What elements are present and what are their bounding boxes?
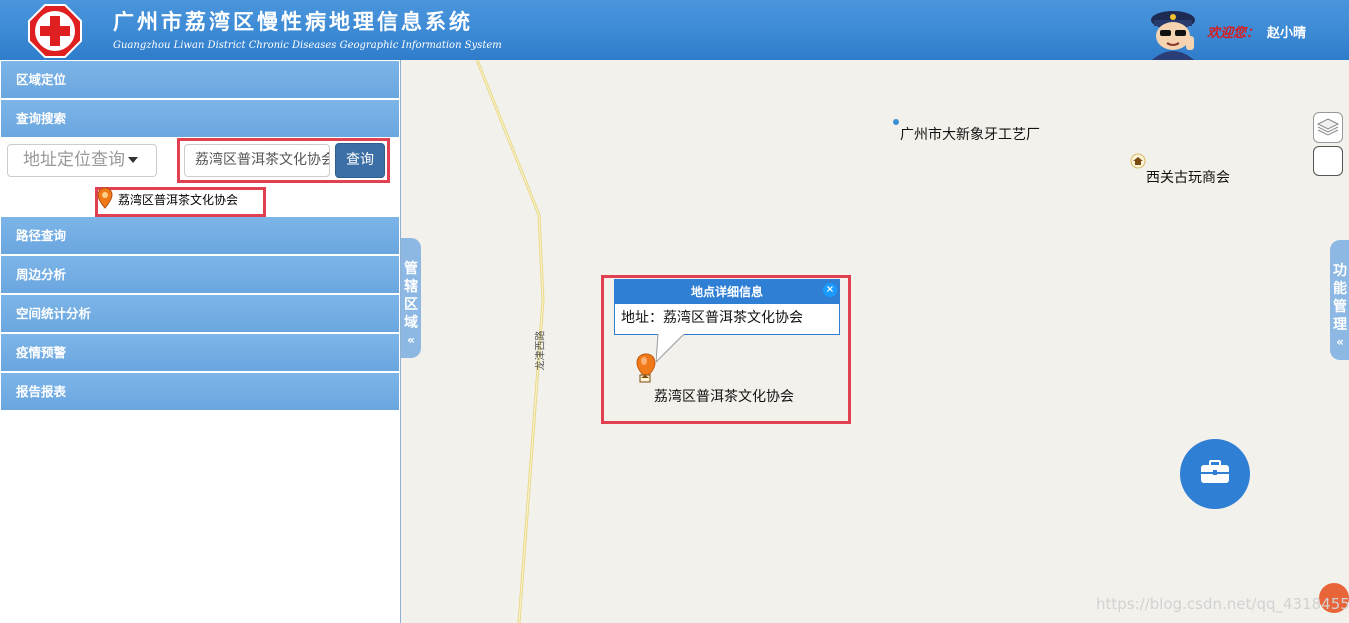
double-chevron-left-icon: « [407,333,415,347]
search-input[interactable]: 荔湾区普洱茶文化协会 [184,144,330,177]
layers-icon [1316,118,1340,136]
popup-title: 地点详细信息 [615,280,839,304]
welcome-label: 欢迎您： [1207,26,1260,41]
map-tool-button[interactable] [1313,146,1343,176]
search-result-label: 荔湾区普洱茶文化协会 [118,193,239,207]
tab-function-management[interactable]: 功能管理 « [1330,240,1349,360]
toolbox-icon [1201,460,1229,483]
accordion-query-search[interactable]: 查询搜索 [1,100,399,137]
app-title: 广州市荔湾区慢性病地理信息系统 [113,9,473,34]
poi-label-antique-chamber[interactable]: 西关古玩商会 [1146,167,1230,187]
tab-function-label: 功能管理 [1333,263,1347,333]
tab-jurisdiction-label: 管辖区域 [404,261,418,331]
accordion-spatial-statistics[interactable]: 空间统计分析 [1,295,399,332]
app-header: 广州市荔湾区慢性病地理信息系统 Guangzhou Liwan District… [0,0,1349,60]
map-pin-icon [97,187,113,209]
police-cartoon-avatar-icon [1151,11,1195,60]
search-mode-dropdown[interactable]: 地址定位查询 [7,144,157,177]
double-chevron-left-icon: « [1336,335,1344,349]
search-button[interactable]: 查询 [335,143,385,178]
road-label: 龙津西路 [535,330,547,371]
current-username[interactable]: 赵小晴 [1267,26,1306,41]
search-mode-label: 地址定位查询 [23,150,125,170]
accordion-region-locate[interactable]: 区域定位 [1,61,399,98]
poi-label-ivory-factory[interactable]: 广州市大新象牙工艺厂 [900,124,1040,144]
poi-building-icon [1130,153,1146,169]
popup-address: 地址：荔湾区普洱茶文化协会 [621,310,803,326]
caret-down-icon [128,157,138,163]
red-cross-logo-icon [28,4,82,58]
marker-label: 荔湾区普洱茶文化协会 [654,389,794,405]
poi-dot-icon [893,119,899,125]
location-detail-popup: 地点详细信息 × 地址：荔湾区普洱茶文化协会 [614,279,840,335]
welcome-message: 欢迎您： 赵小晴 [1207,22,1306,41]
map-view[interactable]: 龙津西路 广州市大新象牙工艺厂 西关古玩商会 管辖区域 « 功能管理 « 地点详… [400,60,1349,623]
popup-pointer [656,334,685,363]
accordion-reports[interactable]: 报告报表 [1,373,399,410]
layer-switch-button[interactable] [1313,112,1343,143]
left-sidebar: 区域定位 查询搜索 地址定位查询 荔湾区普洱茶文化协会 查询 荔湾区普洱茶文化协… [0,60,400,623]
tab-jurisdiction-area[interactable]: 管辖区域 « [401,238,421,358]
watermark-text: https://blog.csdn.net/qq_43184550 [1096,595,1349,613]
app-subtitle: Guangzhou Liwan District Chronic Disease… [113,40,502,51]
accordion-route-query[interactable]: 路径查询 [1,217,399,254]
toolbox-button[interactable] [1180,439,1250,509]
close-icon[interactable]: × [823,283,837,297]
accordion-nearby-analysis[interactable]: 周边分析 [1,256,399,293]
accordion-epidemic-warning[interactable]: 疫情预警 [1,334,399,371]
location-marker-icon[interactable] [636,353,656,383]
search-result-item[interactable]: 荔湾区普洱茶文化协会 [96,187,264,215]
